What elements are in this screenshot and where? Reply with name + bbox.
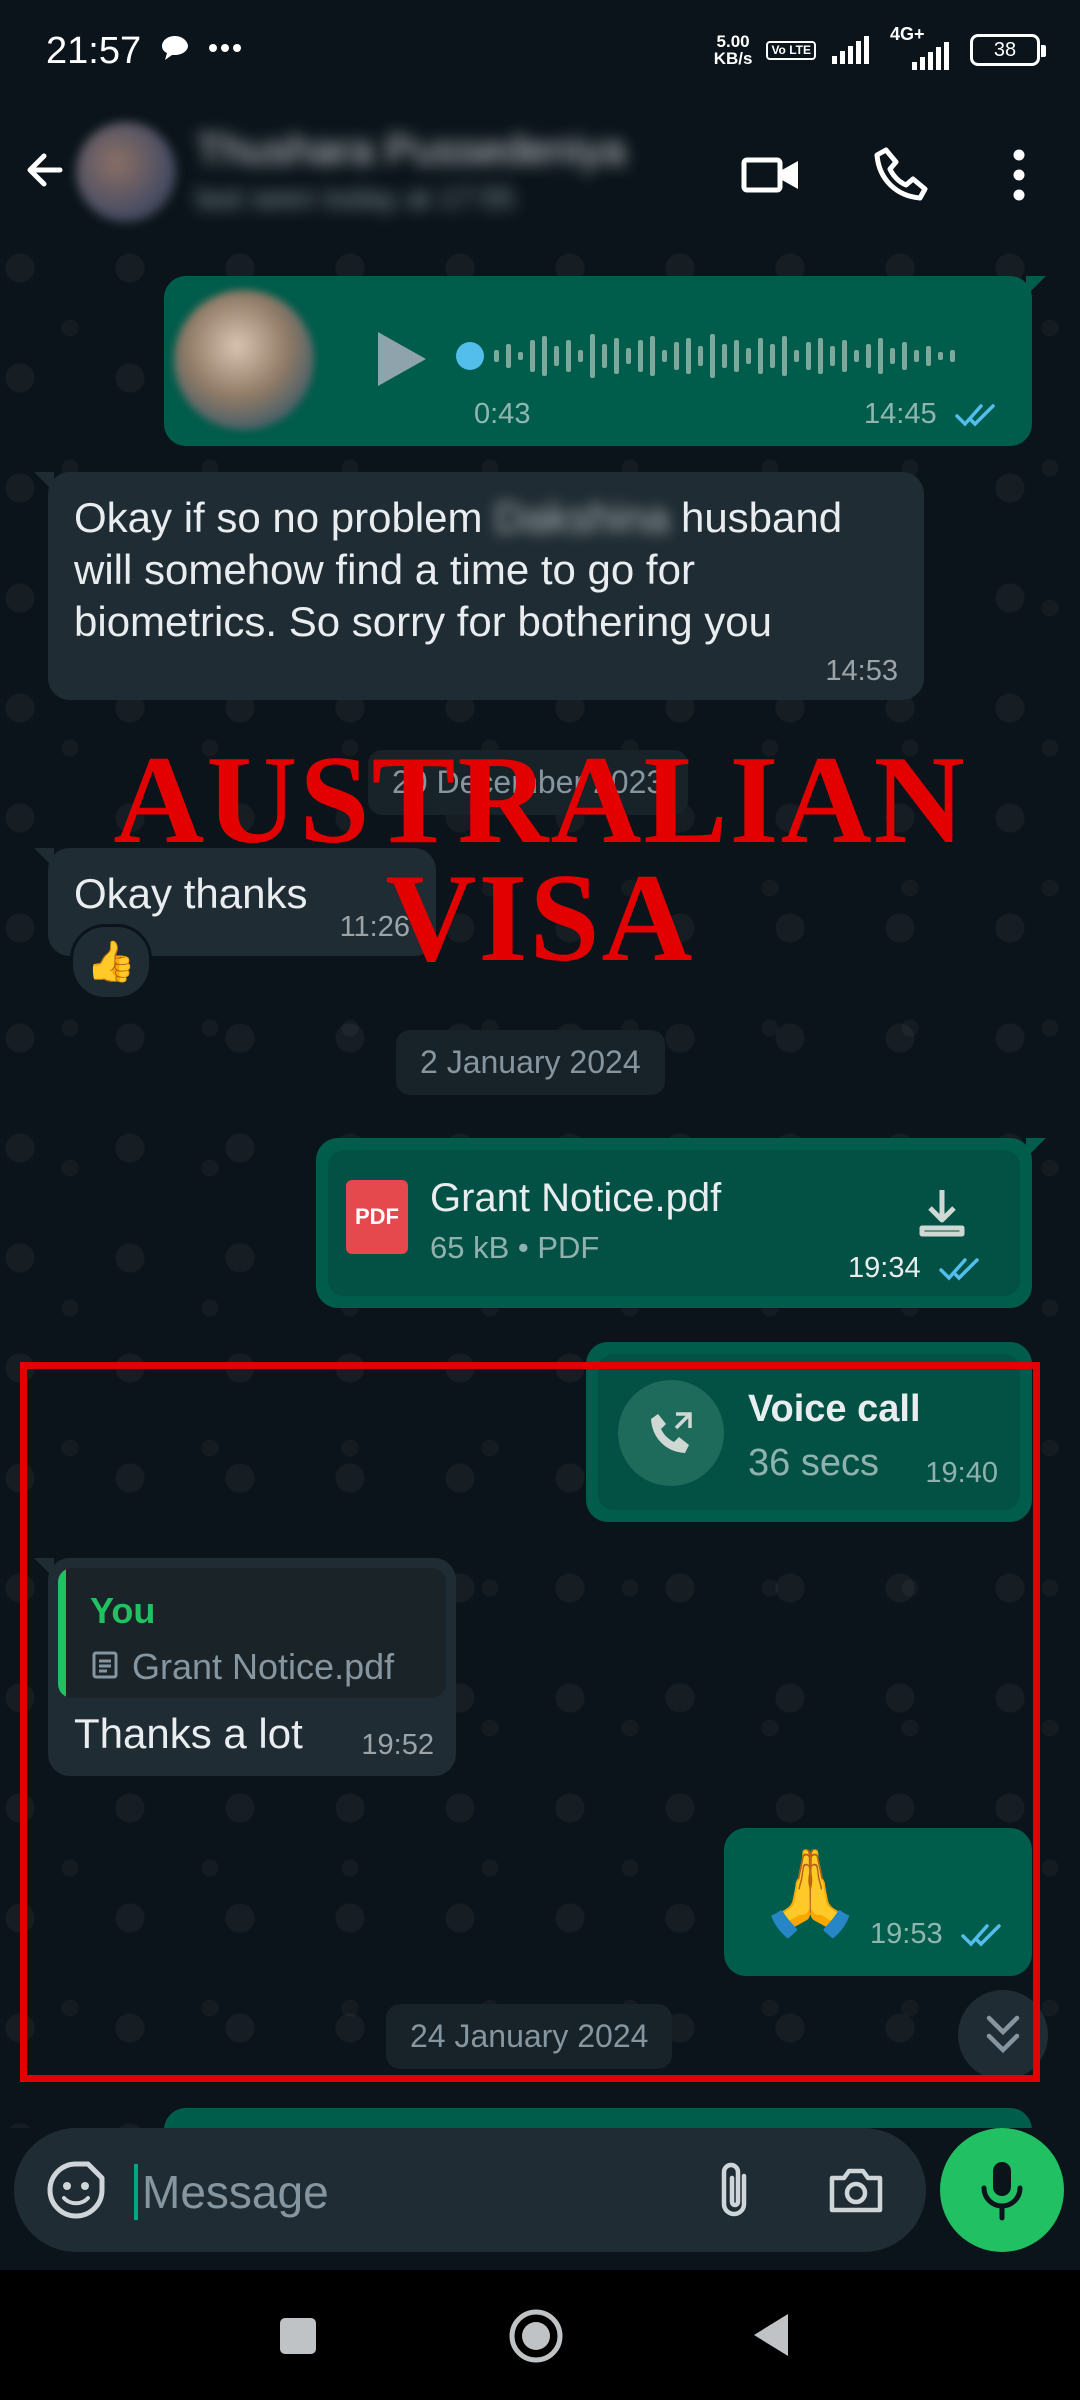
chat-notification-icon xyxy=(162,36,188,60)
message-text: Thanks a lot xyxy=(74,1710,303,1757)
voice-note-message[interactable]: 0:43 14:45 xyxy=(164,276,1046,446)
status-time: 21:57 xyxy=(46,30,142,72)
emoji-message[interactable]: 🙏 19:53 xyxy=(724,1828,1032,1976)
watermark-line1: AUSTRALIAN xyxy=(113,731,967,870)
call-icon-circle xyxy=(618,1380,724,1486)
message-meta: 14:45 xyxy=(864,398,1001,431)
message-time: 19:52 xyxy=(361,1729,434,1761)
camera-icon[interactable] xyxy=(824,2158,888,2222)
reply-message[interactable]: You Grant Notice.pdf Thanks a lot 19:52 xyxy=(34,1558,456,1776)
waveform[interactable] xyxy=(454,326,994,386)
message-time: 14:53 xyxy=(825,655,898,687)
avatar[interactable] xyxy=(76,122,176,222)
scroll-down-button[interactable] xyxy=(958,1990,1048,2080)
mic-icon xyxy=(981,2162,1023,2221)
system-nav-bar xyxy=(0,2270,1080,2400)
nav-recent-icon[interactable] xyxy=(276,2314,320,2358)
double-check-icon xyxy=(954,404,995,427)
quoted-message[interactable]: You Grant Notice.pdf xyxy=(58,1568,446,1698)
next-message-peek xyxy=(164,2108,1032,2128)
voice-duration: 0:43 xyxy=(474,398,531,430)
play-icon[interactable] xyxy=(364,324,434,394)
incoming-message[interactable]: Okay if so no problem Dakshina husband w… xyxy=(34,472,924,700)
call-duration: 36 secs xyxy=(748,1442,879,1484)
quoted-file: Grant Notice.pdf xyxy=(132,1646,395,1687)
contact-status: last seen today at 17:55 xyxy=(196,182,515,215)
chat-header: Thushara Pussedeniya last seen today at … xyxy=(0,100,1080,248)
voice-call-message[interactable]: Voice call 36 secs 19:40 xyxy=(586,1342,1032,1522)
quote-bar xyxy=(58,1568,66,1698)
date-divider: 2 January 2024 xyxy=(396,1030,665,1095)
contact-name[interactable]: Thushara Pussedeniya xyxy=(196,126,626,174)
call-made-icon xyxy=(651,1412,692,1453)
emoji-content: 🙏 xyxy=(758,1845,863,1939)
watermark: AUSTRALIAN VISA xyxy=(0,731,1080,988)
more-vert-icon[interactable] xyxy=(984,140,1054,210)
nav-back-icon[interactable] xyxy=(748,2310,792,2360)
chat-area[interactable]: 0:43 14:45 Okay if so no problem Dakshin… xyxy=(0,248,1080,2128)
scroll-down-icon xyxy=(986,2015,1020,2054)
pdf-icon: PDF xyxy=(346,1180,408,1254)
double-check-icon xyxy=(960,1924,1001,1947)
message-input-container[interactable]: Message xyxy=(14,2128,926,2252)
message-text: Okay if so no problem Dakshina husband w… xyxy=(74,494,843,645)
signal-4g-icon xyxy=(912,42,949,70)
quoted-author: You xyxy=(90,1590,156,1631)
volte-badge: Vo LTE xyxy=(766,40,816,60)
compose-bar: Message xyxy=(0,2128,1080,2270)
redacted-name: Dakshina xyxy=(494,494,670,541)
double-check-icon xyxy=(938,1258,979,1281)
sticker-icon[interactable] xyxy=(44,2158,108,2222)
message-time: 19:40 xyxy=(925,1457,998,1489)
phone-icon[interactable] xyxy=(866,140,936,210)
more-notifications-icon xyxy=(209,44,241,52)
message-meta: 19:53 xyxy=(870,1918,1007,1951)
document-icon xyxy=(92,1651,118,1679)
nav-home-icon[interactable] xyxy=(506,2306,566,2366)
message-meta: 19:34 xyxy=(848,1252,985,1285)
signal-icon xyxy=(832,36,869,64)
pdf-meta: 65 kB • PDF xyxy=(430,1230,600,1265)
video-call-icon[interactable] xyxy=(736,140,806,210)
pdf-message[interactable]: PDF Grant Notice.pdf 65 kB • PDF 19:34 xyxy=(316,1138,1046,1308)
status-bar: 21:57 5.00 KB/s Vo LTE 4G+ 38 xyxy=(0,0,1080,100)
battery-indicator: 38 xyxy=(970,34,1046,66)
call-title: Voice call xyxy=(748,1388,921,1430)
call-card[interactable]: Voice call 36 secs 19:40 xyxy=(598,1354,1020,1510)
back-arrow-icon[interactable] xyxy=(16,140,76,200)
attach-icon[interactable] xyxy=(704,2158,768,2222)
voice-sender-avatar xyxy=(174,290,314,430)
mic-button[interactable] xyxy=(940,2128,1064,2252)
date-divider: 24 January 2024 xyxy=(386,2004,673,2069)
network-speed: 5.00 KB/s xyxy=(713,32,753,68)
pdf-filename: Grant Notice.pdf xyxy=(430,1176,722,1220)
message-input[interactable]: Message xyxy=(134,2164,329,2220)
watermark-line2: VISA xyxy=(385,849,695,988)
download-icon[interactable] xyxy=(912,1182,972,1242)
document-card[interactable]: PDF Grant Notice.pdf 65 kB • PDF 19:34 xyxy=(328,1150,1020,1296)
